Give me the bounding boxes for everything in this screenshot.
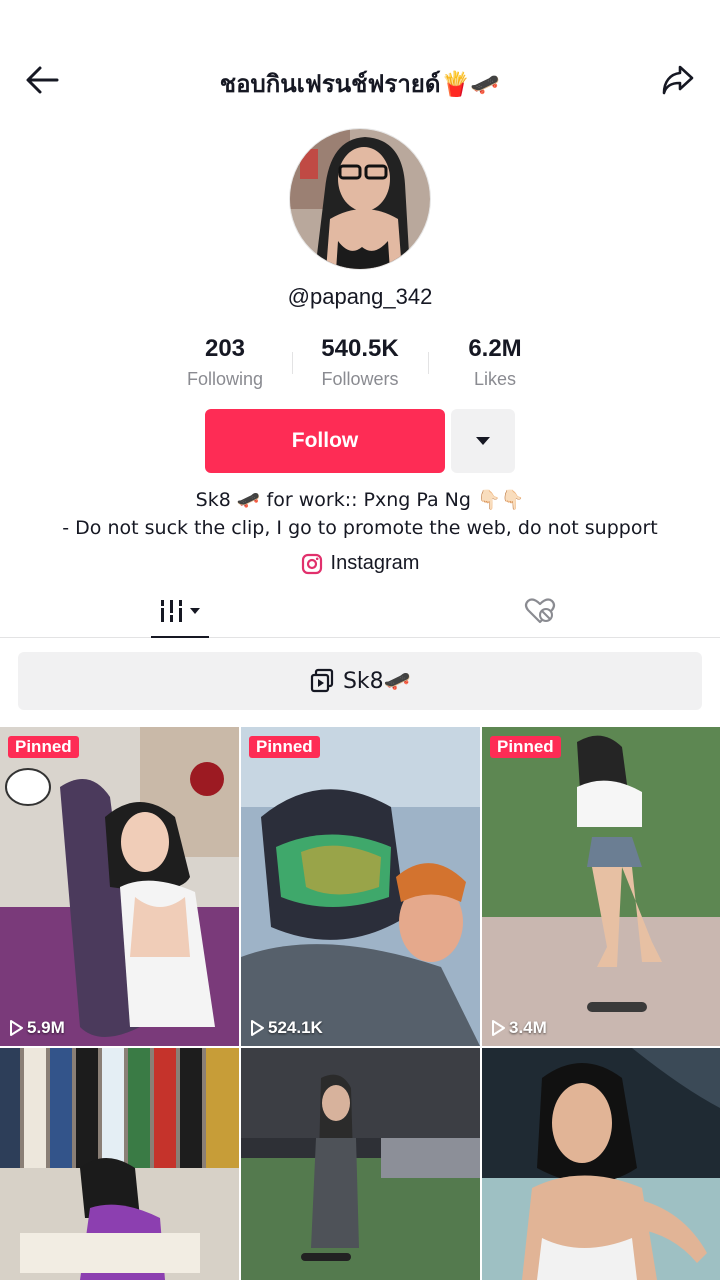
tab-liked-private[interactable] [360, 584, 720, 638]
stat-following[interactable]: 203 Following [155, 334, 295, 394]
following-count: 203 [204, 335, 246, 362]
likes-label: Likes [473, 369, 517, 389]
pinned-badge: Pinned [8, 736, 79, 758]
playlist-icon [310, 668, 334, 693]
instagram-link[interactable]: Instagram [0, 552, 720, 575]
view-count-value: 3.4M [509, 1018, 547, 1037]
playlist-button[interactable]: Sk8🛹 [18, 652, 702, 710]
follow-button[interactable]: Follow [205, 409, 445, 473]
followers-count: 540.5K [321, 335, 399, 362]
play-icon [492, 1020, 505, 1036]
share-icon [662, 65, 694, 95]
username: @papang_342 [287, 284, 433, 309]
followers-label: Followers [321, 369, 399, 389]
view-count: 3.4M [491, 1018, 547, 1038]
video-tile[interactable]: Pinned 524.1K [241, 727, 480, 1046]
view-count: 5.9M [9, 1018, 65, 1038]
bio-line: Sk8 🛹 for work:: Pxng Pa Ng 👇🏻👇🏻 [195, 489, 525, 511]
video-grid: Pinned 5.9M Pinned 524.1K Pinned 3.4M [0, 727, 720, 1280]
likes-count: 6.2M [468, 335, 522, 362]
avatar[interactable] [289, 128, 431, 270]
share-button[interactable] [658, 62, 698, 98]
tab-videos[interactable] [0, 584, 360, 638]
video-tile[interactable]: Pinned 5.9M [0, 727, 239, 1046]
arrow-left-icon [26, 66, 59, 94]
bio-line: - Do not suck the clip, I go to promote … [62, 517, 658, 539]
view-count-value: 524.1K [268, 1018, 323, 1037]
instagram-icon [301, 553, 322, 574]
video-tile[interactable] [482, 1048, 720, 1280]
profile-header: ชอบกินเฟรนช์ฟรายด์🍟🛹 [0, 50, 720, 110]
play-icon [251, 1020, 264, 1036]
pinned-badge: Pinned [249, 736, 320, 758]
pinned-badge: Pinned [490, 736, 561, 758]
heart-hidden-icon [524, 598, 556, 624]
view-count: 524.1K [250, 1018, 323, 1038]
video-tile[interactable] [0, 1048, 239, 1280]
bio: Sk8 🛹 for work:: Pxng Pa Ng 👇🏻👇🏻 - Do no… [0, 486, 720, 542]
profile-tabs [0, 584, 720, 638]
instagram-label: Instagram [330, 552, 420, 574]
video-tile[interactable] [241, 1048, 480, 1280]
profile-stats: 203 Following 540.5K Followers 6.2M Like… [0, 334, 720, 394]
page-title: ชอบกินเฟรนช์ฟรายด์🍟🛹 [219, 70, 501, 98]
caret-down-icon [476, 437, 490, 445]
suggested-accounts-button[interactable] [451, 409, 515, 473]
stat-followers[interactable]: 540.5K Followers [290, 334, 430, 394]
video-tile[interactable]: Pinned 3.4M [482, 727, 720, 1046]
play-icon [10, 1020, 23, 1036]
following-label: Following [186, 369, 264, 389]
stat-likes: 6.2M Likes [425, 334, 565, 394]
back-button[interactable] [22, 62, 62, 98]
videos-grid-icon [159, 600, 200, 622]
view-count-value: 5.9M [27, 1018, 65, 1037]
active-tab-indicator [151, 636, 209, 638]
playlist-label: Sk8🛹 [342, 668, 412, 694]
